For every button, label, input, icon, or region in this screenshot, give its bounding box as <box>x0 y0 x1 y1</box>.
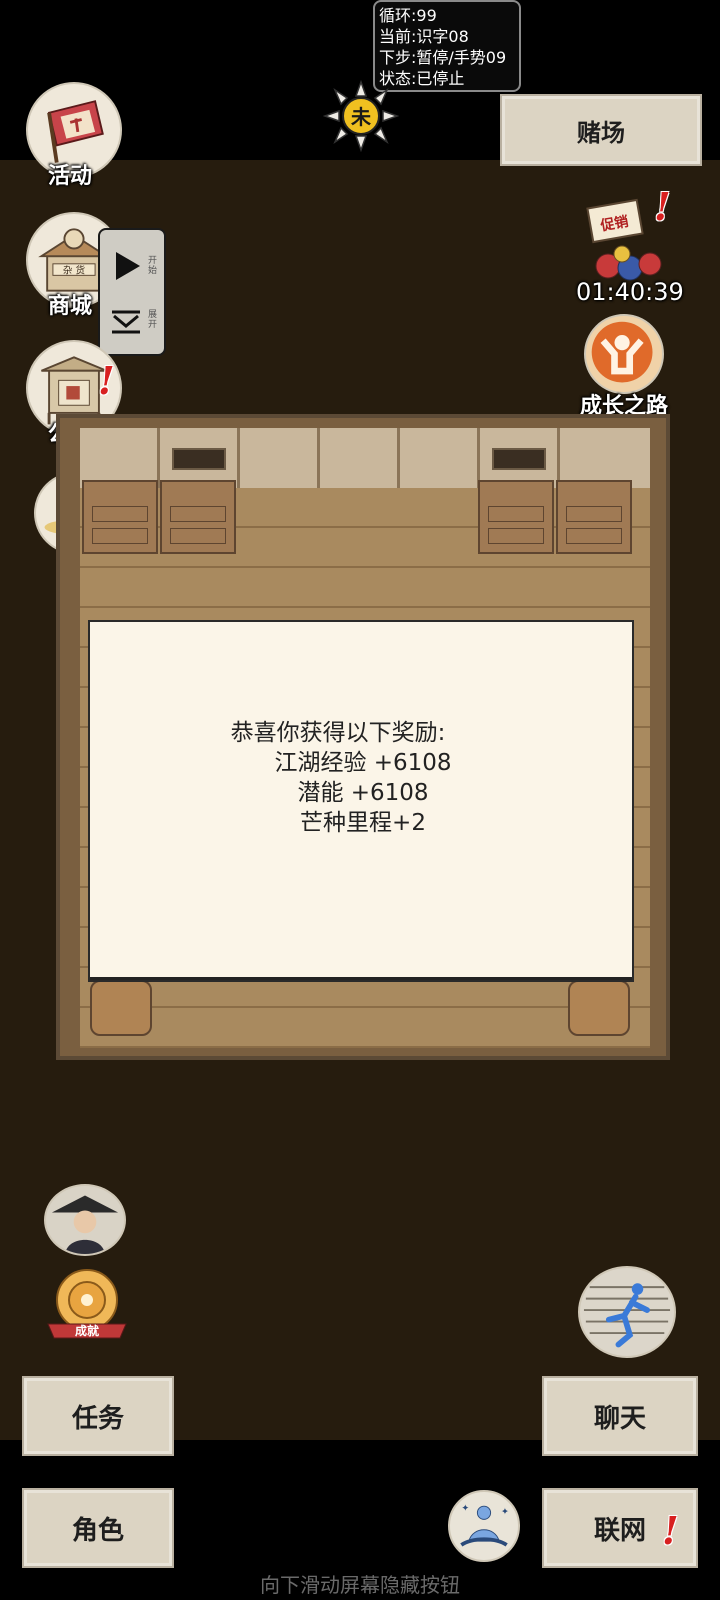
running-figure-icon <box>583 1283 671 1348</box>
event-label: 活动 <box>48 164 93 189</box>
reward-line-mileage: 芒种里程+2 <box>300 810 426 836</box>
growth-path-icon <box>591 321 653 383</box>
room-wall <box>80 428 650 488</box>
task-button-label: 任务 <box>71 1403 124 1434</box>
sun-time-icon[interactable]: 未 <box>323 80 399 152</box>
achievement-icon[interactable]: 成就 <box>42 1264 132 1346</box>
promo-alert-badge: ! <box>654 184 671 229</box>
achievement-label: 成就 <box>75 1323 99 1338</box>
status-next: 下步:暂停/手势09 <box>379 48 507 67</box>
play-label: 开始 <box>148 256 158 276</box>
reward-line-potential: 潜能 +6108 <box>297 780 429 806</box>
collapse-label: 展开 <box>148 310 158 330</box>
role-button[interactable]: 角色 <box>22 1488 174 1568</box>
status-state: 状态:已停止 <box>379 69 465 88</box>
reward-line-exp: 江湖经验 +6108 <box>274 750 452 776</box>
automation-status-box: 循环:99 当前:识字08 下步:暂停/手势09 状态:已停止 <box>373 0 521 92</box>
status-loop: 循环:99 <box>379 6 437 25</box>
task-button[interactable]: 任务 <box>22 1376 174 1456</box>
run-button[interactable] <box>578 1266 676 1358</box>
avatar-icon <box>51 1195 119 1254</box>
collapse-button[interactable] <box>106 302 146 342</box>
time-glyph: 未 <box>351 105 371 129</box>
reward-title: 恭喜你获得以下奖励: <box>230 720 446 746</box>
status-current: 当前:识字08 <box>379 27 469 46</box>
meditation-button[interactable]: ✦ ✦ <box>448 1490 520 1562</box>
drawer-cabinet <box>160 480 236 554</box>
casino-button[interactable]: 赌场 <box>500 94 702 166</box>
play-button[interactable] <box>106 244 146 286</box>
character-avatar[interactable] <box>44 1184 126 1256</box>
chat-button[interactable]: 聊天 <box>542 1376 698 1456</box>
barrel <box>90 980 152 1036</box>
network-button-label: 联网 <box>593 1515 646 1546</box>
chat-button-label: 聊天 <box>593 1403 646 1434</box>
role-button-label: 角色 <box>71 1515 124 1546</box>
network-alert-badge: ! <box>662 1508 679 1553</box>
svg-text:✦: ✦ <box>461 1503 469 1514</box>
promo-timer: 01:40:39 <box>576 278 684 306</box>
svg-text:杂 货: 杂 货 <box>63 264 86 276</box>
svg-text:✦: ✦ <box>501 1507 509 1518</box>
drawer-cabinet <box>556 480 632 554</box>
meditation-icon: ✦ ✦ <box>460 1503 509 1547</box>
shop-label: 商城 <box>48 294 93 319</box>
barrel <box>568 980 630 1036</box>
casino-button-label: 赌场 <box>577 118 625 147</box>
bottom-hint-text: 向下滑动屏幕隐藏按钮 <box>260 1573 460 1597</box>
notice-alert-badge: ! <box>98 358 115 403</box>
floating-control-panel[interactable]: 开始 展开 <box>98 228 166 356</box>
reward-text: 恭喜你获得以下奖励: 江湖经验 +6108 潜能 +6108 芒种里程+2 <box>90 718 636 838</box>
growth-path-button[interactable] <box>584 314 664 394</box>
drawer-cabinet <box>478 480 554 554</box>
game-screen: 循环:99 当前:识字08 下步:暂停/手势09 状态:已停止 未 赌场 活动 … <box>0 0 720 1600</box>
reward-dialog[interactable]: 恭喜你获得以下奖励: 江湖经验 +6108 潜能 +6108 芒种里程+2 <box>88 620 634 982</box>
drawer-cabinet <box>82 480 158 554</box>
